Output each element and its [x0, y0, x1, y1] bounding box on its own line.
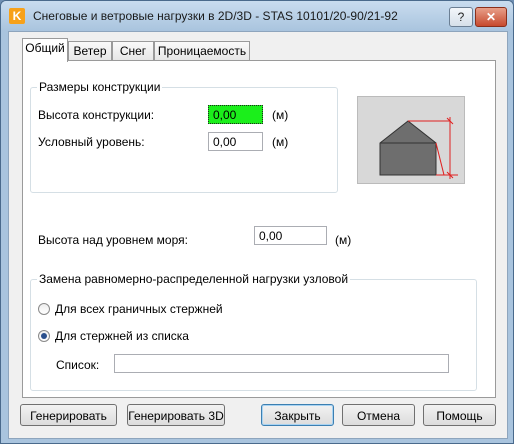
dialog-client: Общий Ветер Снег Проницаемость Размеры к…: [8, 31, 508, 439]
height-unit: (м): [272, 108, 289, 122]
structure-preview: [357, 96, 465, 184]
tab-permeability[interactable]: Проницаемость: [154, 41, 250, 61]
tab-general[interactable]: Общий: [22, 38, 68, 62]
all-bars-label[interactable]: Для всех граничных стержней: [55, 302, 223, 316]
altitude-input[interactable]: 0,00: [254, 226, 327, 245]
altitude-unit: (м): [335, 233, 352, 247]
dimensions-group-title: Размеры конструкции: [37, 80, 163, 94]
generate-button[interactable]: Генерировать: [20, 404, 117, 426]
list-bars-label[interactable]: Для стержней из списка: [55, 329, 189, 343]
title-bar[interactable]: K Снеговые и ветровые нагрузки в 2D/3D -…: [1, 1, 513, 31]
house-diagram-icon: [379, 117, 458, 179]
tab-panel-general: Размеры конструкции Высота конструкции: …: [22, 60, 496, 398]
cancel-button[interactable]: Отмена: [342, 404, 415, 426]
close-button[interactable]: Закрыть: [261, 404, 334, 426]
level-label: Условный уровень:: [38, 135, 145, 149]
tab-wind[interactable]: Ветер: [68, 41, 112, 61]
replacement-group-title: Замена равномерно-распределенной нагрузк…: [37, 272, 351, 286]
dialog-window: K Снеговые и ветровые нагрузки в 2D/3D -…: [0, 0, 514, 444]
close-title-button[interactable]: ✕: [475, 7, 507, 27]
altitude-label: Высота над уровнем моря:: [38, 233, 188, 247]
replacement-group: Замена равномерно-распределенной нагрузк…: [30, 272, 477, 391]
window-title: Снеговые и ветровые нагрузки в 2D/3D - S…: [33, 9, 398, 23]
help-title-button[interactable]: ?: [449, 7, 473, 27]
generate-3d-button[interactable]: Генерировать 3D: [127, 404, 225, 426]
level-unit: (м): [272, 135, 289, 149]
level-input[interactable]: 0,00: [208, 132, 263, 151]
list-bars-radio[interactable]: [38, 330, 50, 342]
tab-snow[interactable]: Снег: [112, 41, 154, 61]
list-input[interactable]: [114, 354, 449, 373]
dimensions-group: Размеры конструкции Высота конструкции: …: [30, 80, 338, 193]
height-label: Высота конструкции:: [38, 108, 155, 122]
help-button[interactable]: Помощь: [423, 404, 496, 426]
all-bars-radio[interactable]: [38, 303, 50, 315]
app-icon: K: [9, 8, 25, 24]
list-label: Список:: [56, 358, 100, 372]
height-input[interactable]: 0,00: [208, 105, 263, 124]
